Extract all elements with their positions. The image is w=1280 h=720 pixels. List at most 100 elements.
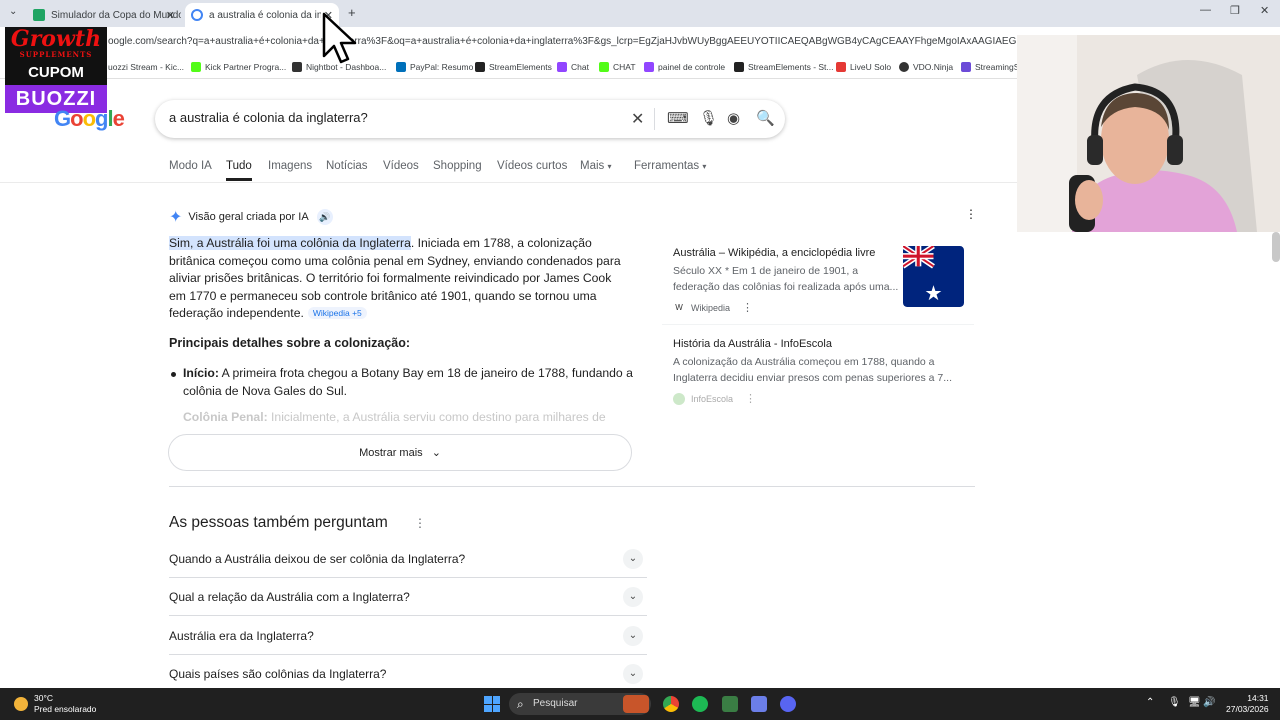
nightbot-icon <box>292 62 302 72</box>
tray-chevron-icon[interactable]: ⌃ <box>1146 697 1154 708</box>
bookmark-item[interactable]: painel de controle <box>644 62 725 72</box>
microphone-tray-icon[interactable]: 🎙 <box>1168 697 1181 708</box>
weather-text: Pred ensolarado <box>34 704 97 714</box>
close-tab-icon[interactable]: ✕ <box>166 9 175 22</box>
url-text[interactable]: oogle.com/search?q=a+australia+é+colonia… <box>108 36 1018 47</box>
bookmark-item[interactable]: StreamingS <box>961 62 1019 72</box>
wikipedia-icon: W <box>675 302 683 312</box>
twitch-icon <box>557 62 567 72</box>
tab-tudo[interactable]: Tudo <box>226 160 252 181</box>
keyboard-icon[interactable]: ⌨ <box>667 109 689 127</box>
date: 27/03/2026 <box>1226 704 1269 714</box>
ai-details-list: Início: A primeira frota chegou a Botany… <box>171 365 633 424</box>
item-label: Início: <box>183 366 219 380</box>
bookmark-label: Kick Partner Progra... <box>205 62 287 72</box>
network-icon[interactable]: 🖥 <box>1188 697 1201 708</box>
bookmark-label: StreamElements <box>489 62 552 72</box>
kick-icon <box>599 62 609 72</box>
chevron-down-icon[interactable]: ⌄ <box>623 626 643 646</box>
tab-videos[interactable]: Vídeos <box>383 160 419 172</box>
temperature: 30°C <box>34 693 53 703</box>
app-icon[interactable] <box>722 696 738 712</box>
tab-mais[interactable]: Mais ▾ <box>580 160 612 172</box>
bookmark-item[interactable]: LiveU Solo <box>836 62 891 72</box>
chevron-down-icon[interactable]: ⌄ <box>623 549 643 569</box>
weather-widget[interactable]: 30°C Pred ensolarado <box>14 693 96 715</box>
google-favicon-icon <box>191 9 203 21</box>
bookmark-item[interactable]: Chat <box>557 62 589 72</box>
spotify-icon[interactable] <box>692 696 708 712</box>
source-card-infoescola[interactable]: História da Austrália - InfoEscola A col… <box>662 326 974 406</box>
ai-sources: Austrália – Wikipédia, a enciclopédia li… <box>662 236 974 406</box>
question-text: Austrália era da Inglaterra? <box>169 629 314 643</box>
svg-text:★: ★ <box>924 281 942 305</box>
tab-noticias[interactable]: Notícias <box>326 160 368 172</box>
more-options-icon[interactable]: ⋮ <box>414 516 426 530</box>
bookmark-item[interactable]: uozzi Stream - Kic... <box>108 62 184 72</box>
google-logo[interactable]: Google <box>54 106 125 132</box>
ai-sparkle-icon: ✦ <box>169 209 183 226</box>
paa-title: As pessoas também perguntam <box>169 514 388 531</box>
discord-icon[interactable] <box>780 696 796 712</box>
microphone-icon[interactable]: 🎙 <box>699 109 718 127</box>
list-item: Início: A primeira frota chegou a Botany… <box>171 365 633 400</box>
minimize-icon[interactable]: — <box>1200 4 1211 16</box>
bookmark-item[interactable]: Kick Partner Progra... <box>191 62 286 72</box>
chrome-icon[interactable] <box>663 696 679 712</box>
source-chip[interactable]: Wikipedia +5 <box>307 307 367 320</box>
site-name: InfoEscola <box>691 393 734 404</box>
clock[interactable]: 14:31 27/03/2026 <box>1226 693 1269 715</box>
bookmark-item[interactable]: VDO.Ninja <box>899 62 953 72</box>
search-divider <box>654 108 655 130</box>
restore-icon[interactable]: ❐ <box>1230 4 1240 17</box>
tab-imagens[interactable]: Imagens <box>268 160 312 172</box>
close-window-icon[interactable]: ✕ <box>1260 4 1269 17</box>
more-options-icon[interactable]: ⋮ <box>745 392 756 405</box>
search-input[interactable] <box>169 110 629 125</box>
tab-videos-curtos[interactable]: Vídeos curtos <box>497 160 567 172</box>
paa-question[interactable]: Austrália era da Inglaterra? ⌄ <box>169 617 647 655</box>
obs-icon[interactable] <box>751 696 767 712</box>
bookmark-item[interactable]: CHAT <box>599 62 636 72</box>
show-more-button[interactable]: Mostrar mais ⌄ <box>168 434 632 471</box>
growth-promo-overlay: Growth SUPPLEMENTS CUPOM BUOZZI <box>5 27 107 113</box>
bookmark-label: painel de controle <box>658 62 726 72</box>
bookmark-item[interactable]: PayPal: Resumo <box>396 62 473 72</box>
tab-ferramentas[interactable]: Ferramentas ▾ <box>634 160 706 172</box>
bookmark-item[interactable]: StreamElements <box>475 62 552 72</box>
mouse-cursor-icon <box>322 12 357 64</box>
ai-highlight: Sim, a Austrália foi uma colônia da Ingl… <box>169 236 411 250</box>
growth-logo: Growth SUPPLEMENTS <box>5 27 107 61</box>
webcam-overlay <box>1017 35 1280 232</box>
source-card-wikipedia[interactable]: Austrália – Wikipédia, a enciclopédia li… <box>662 236 974 324</box>
bookmark-label: VDO.Ninja <box>913 62 954 72</box>
tab-simulador[interactable]: Simulador da Copa do Mundo ✕ <box>27 3 181 27</box>
more-options-icon[interactable]: ⋮ <box>965 207 977 221</box>
chevron-down-icon[interactable]: ⌄ <box>623 587 643 607</box>
source-snippet: Inglaterra decidiu enviar presos com pen… <box>673 372 952 384</box>
paa-question[interactable]: Quando a Austrália deixou de ser colônia… <box>169 540 647 578</box>
more-options-icon[interactable]: ⋮ <box>742 301 753 314</box>
windows-start-icon[interactable] <box>484 696 500 712</box>
speaker-icon[interactable]: 🔊 <box>316 209 333 225</box>
question-text: Qual a relação da Austrália com a Inglat… <box>169 590 410 604</box>
paa-question[interactable]: Qual a relação da Austrália com a Inglat… <box>169 578 647 616</box>
item-label: Colônia Penal: <box>183 410 268 424</box>
clear-search-icon[interactable]: ✕ <box>631 109 644 129</box>
webcam-person-image <box>1017 35 1280 232</box>
scrollbar-thumb[interactable] <box>1272 232 1280 262</box>
search-icon[interactable]: 🔍 <box>756 109 775 127</box>
tab-shopping[interactable]: Shopping <box>433 160 482 172</box>
tab-google-search[interactable]: a australia é colonia da inglaterra ✕ <box>185 3 339 27</box>
lens-camera-icon[interactable]: ◉ <box>727 109 740 127</box>
source-site: W Wikipedia ⋮ <box>673 301 753 314</box>
time: 14:31 <box>1247 693 1269 703</box>
search-box[interactable]: ✕ ⌨ 🎙 ◉ 🔍 <box>155 100 785 138</box>
paypal-icon <box>396 62 406 72</box>
chevron-down-icon[interactable]: ⌄ <box>623 664 643 684</box>
tab-search-chevron-icon[interactable]: ⌄ <box>9 6 17 17</box>
tab-modo-ia[interactable]: Modo IA <box>169 160 212 172</box>
simulador-favicon-icon <box>33 9 45 21</box>
volume-icon[interactable]: 🔊 <box>1203 697 1215 708</box>
bookmark-item[interactable]: StreamElements - St... <box>734 62 834 72</box>
